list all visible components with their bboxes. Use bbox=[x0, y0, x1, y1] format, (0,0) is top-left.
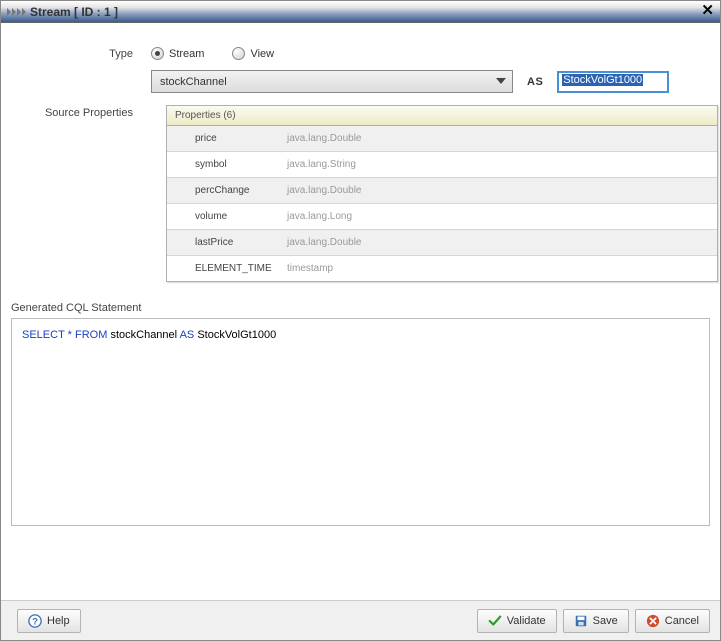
save-button[interactable]: Save bbox=[563, 609, 629, 633]
property-name: symbol bbox=[195, 159, 287, 170]
generated-section: Generated CQL Statement SELECT * FROM st… bbox=[11, 302, 710, 526]
save-icon bbox=[574, 614, 588, 628]
radio-stream-input[interactable] bbox=[151, 47, 164, 60]
property-type: java.lang.Double bbox=[287, 133, 362, 144]
property-row[interactable]: ELEMENT_TIMEtimestamp bbox=[167, 256, 717, 281]
property-name: price bbox=[195, 133, 287, 144]
property-type: java.lang.Long bbox=[287, 211, 352, 222]
source-row: stockChannel AS StockVolGt1000 bbox=[11, 70, 710, 93]
property-row[interactable]: volumejava.lang.Long bbox=[167, 204, 717, 230]
validate-button-label: Validate bbox=[507, 615, 546, 627]
radio-group: Stream View bbox=[151, 47, 274, 60]
property-row[interactable]: lastPricejava.lang.Double bbox=[167, 230, 717, 256]
properties-section: Source Properties Properties (6) priceja… bbox=[11, 103, 710, 282]
cql-select: SELECT bbox=[22, 329, 65, 341]
radio-stream[interactable]: Stream bbox=[151, 47, 204, 60]
property-type: java.lang.Double bbox=[287, 237, 362, 248]
cancel-icon bbox=[646, 614, 660, 628]
property-type: java.lang.String bbox=[287, 159, 356, 170]
help-button[interactable]: ? Help bbox=[17, 609, 81, 633]
cql-as: AS bbox=[180, 329, 195, 341]
cql-alias: StockVolGt1000 bbox=[197, 329, 276, 341]
radio-view[interactable]: View bbox=[232, 47, 274, 60]
property-type: timestamp bbox=[287, 263, 333, 274]
cql-from: * FROM bbox=[68, 329, 108, 341]
generated-label: Generated CQL Statement bbox=[11, 302, 710, 314]
titlebar-title: Stream [ ID : 1 ] bbox=[30, 5, 118, 19]
radio-stream-label: Stream bbox=[169, 48, 204, 60]
source-dropdown-value: stockChannel bbox=[160, 76, 227, 88]
svg-text:?: ? bbox=[32, 616, 38, 627]
type-row: Type Stream View bbox=[11, 47, 710, 60]
property-row[interactable]: pricejava.lang.Double bbox=[167, 126, 717, 152]
as-label: AS bbox=[527, 76, 543, 88]
cancel-button-label: Cancel bbox=[665, 615, 699, 627]
properties-table: Properties (6) pricejava.lang.Doublesymb… bbox=[166, 105, 718, 282]
source-dropdown[interactable]: stockChannel bbox=[151, 70, 513, 93]
properties-header: Properties (6) bbox=[167, 106, 717, 126]
help-button-label: Help bbox=[47, 615, 70, 627]
property-row[interactable]: symboljava.lang.String bbox=[167, 152, 717, 178]
dialog: Stream [ ID : 1 ] ✕ Type Stream View sto… bbox=[0, 0, 721, 641]
property-name: percChange bbox=[195, 185, 287, 196]
as-input-value: StockVolGt1000 bbox=[562, 74, 643, 86]
property-type: java.lang.Double bbox=[287, 185, 362, 196]
generated-cql-box[interactable]: SELECT * FROM stockChannel AS StockVolGt… bbox=[11, 318, 710, 526]
radio-view-label: View bbox=[250, 48, 274, 60]
close-icon[interactable]: ✕ bbox=[701, 3, 714, 18]
validate-button[interactable]: Validate bbox=[477, 609, 557, 633]
property-name: ELEMENT_TIME bbox=[195, 263, 287, 274]
cancel-button[interactable]: Cancel bbox=[635, 609, 710, 633]
titlebar-icon bbox=[7, 8, 26, 16]
footer: ? Help Validate Save Cancel bbox=[1, 600, 720, 640]
save-button-label: Save bbox=[593, 615, 618, 627]
type-label: Type bbox=[11, 48, 151, 60]
chevron-down-icon bbox=[496, 78, 506, 84]
source-properties-label: Source Properties bbox=[11, 103, 151, 119]
property-name: volume bbox=[195, 211, 287, 222]
cql-source: stockChannel bbox=[110, 329, 177, 341]
titlebar: Stream [ ID : 1 ] ✕ bbox=[1, 1, 720, 23]
help-icon: ? bbox=[28, 614, 42, 628]
property-row[interactable]: percChangejava.lang.Double bbox=[167, 178, 717, 204]
property-name: lastPrice bbox=[195, 237, 287, 248]
radio-view-input[interactable] bbox=[232, 47, 245, 60]
dialog-body: Type Stream View stockChannel AS bbox=[1, 23, 720, 600]
check-icon bbox=[488, 614, 502, 628]
as-input[interactable]: StockVolGt1000 bbox=[557, 71, 669, 93]
